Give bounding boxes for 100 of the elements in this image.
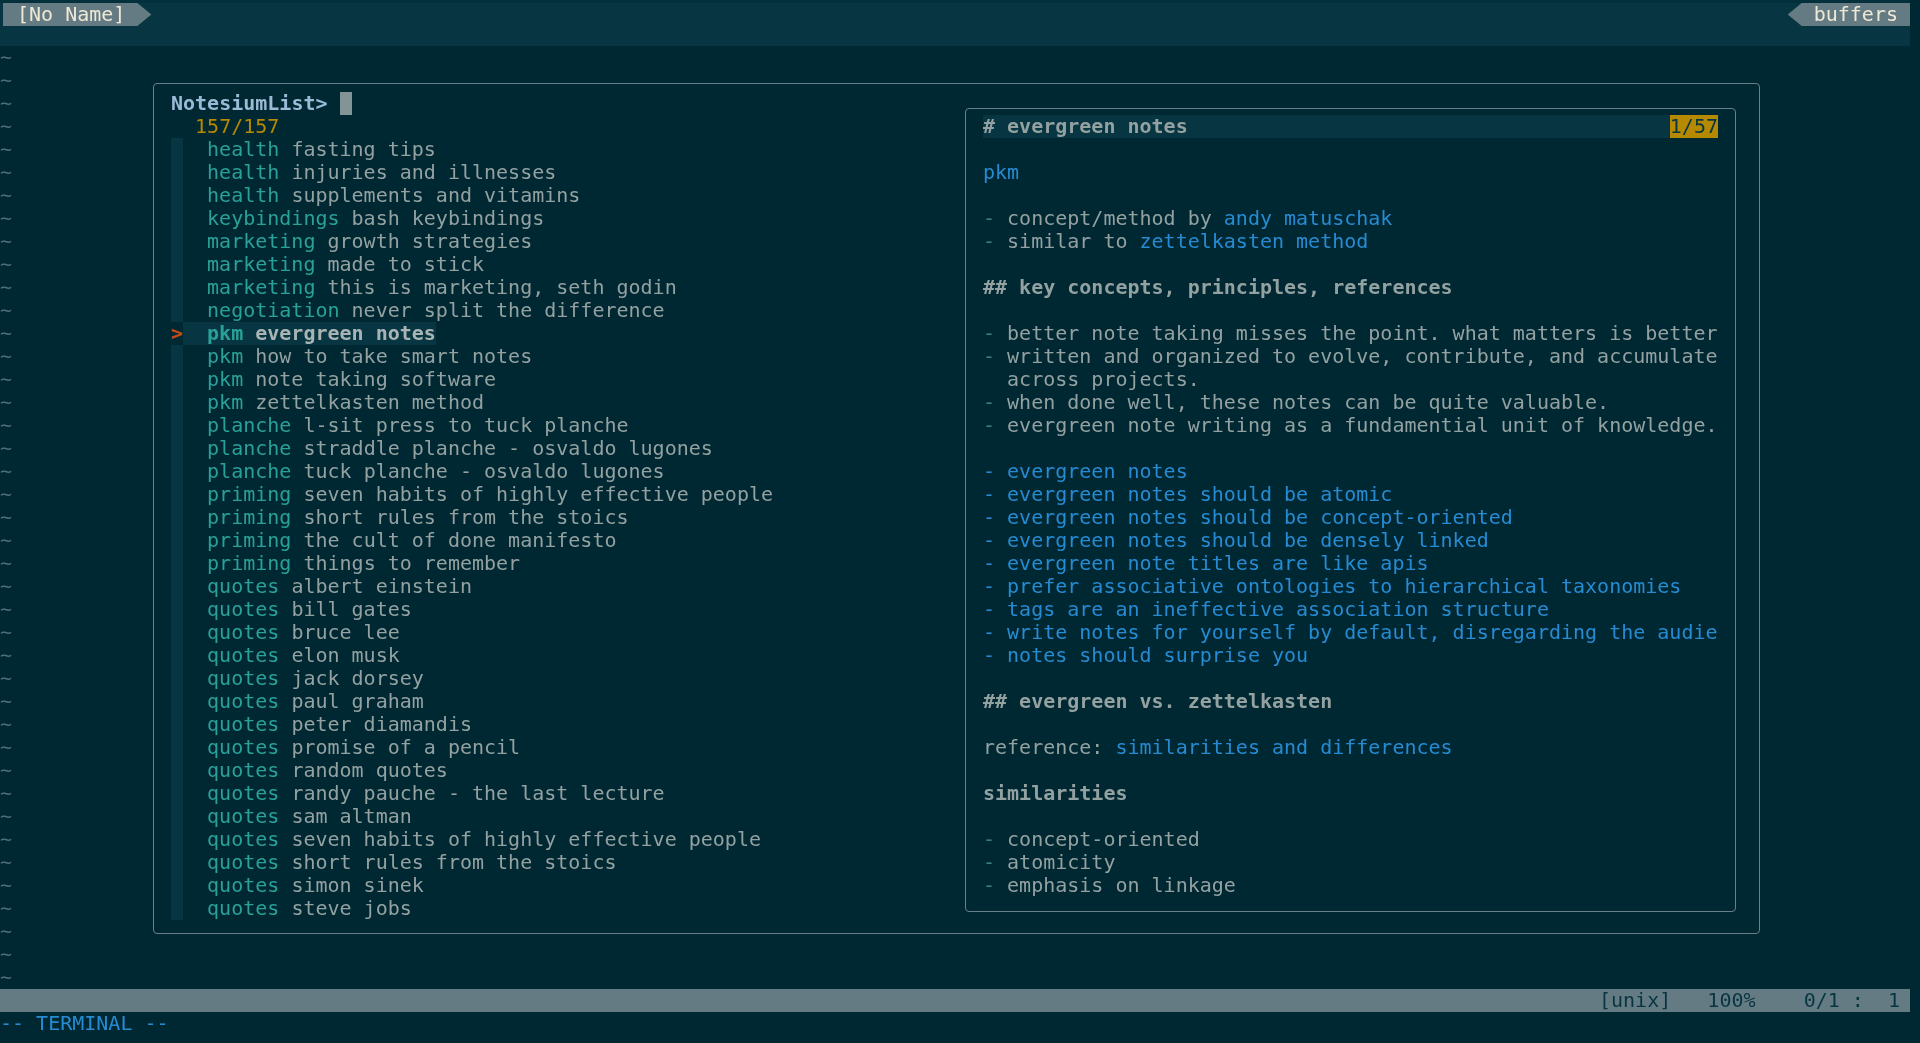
list-item[interactable]: quotes bill gates <box>183 598 412 621</box>
list-item[interactable]: priming short rules from the stoics <box>183 506 629 529</box>
empty-line-tilde: ~ <box>0 621 12 644</box>
list-item[interactable]: quotes short rules from the stoics <box>183 851 617 874</box>
note-link[interactable]: - prefer associative ontologies to hierarchical taxonomies <box>983 575 1682 598</box>
empty-line-tilde: ~ <box>0 391 12 414</box>
list-item[interactable]: priming things to remember <box>183 552 521 575</box>
empty-line-tilde: ~ <box>0 713 12 736</box>
list-item[interactable]: negotiation never split the difference <box>183 299 665 322</box>
list-item[interactable]: quotes simon sinek <box>183 874 424 897</box>
note-text: written and organized to evolve, contribute, and accumulate <box>1007 345 1718 368</box>
file-format: [unix] <box>1599 989 1672 1012</box>
empty-line-tilde: ~ <box>0 529 12 552</box>
note-text: concept/method by <box>1007 207 1212 230</box>
empty-line-tilde: ~ <box>0 851 12 874</box>
empty-line-tilde: ~ <box>0 460 12 483</box>
note-link[interactable]: - write notes for yourself by default, disregarding the audie <box>983 621 1718 644</box>
list-item[interactable]: health fasting tips <box>183 138 436 161</box>
list-item[interactable]: pkm evergreen notes <box>183 322 436 345</box>
note-link[interactable]: pkm <box>983 161 1020 184</box>
list-item[interactable]: pkm note taking software <box>183 368 497 391</box>
page-counter: 1/57 <box>1669 115 1718 138</box>
empty-line-tilde: ~ <box>0 276 12 299</box>
mode-indicator: -- TERMINAL -- <box>0 1012 169 1035</box>
empty-line-tilde: ~ <box>0 759 12 782</box>
empty-line-tilde: ~ <box>0 437 12 460</box>
empty-line-tilde: ~ <box>0 483 12 506</box>
note-link[interactable]: andy matuschak <box>1223 207 1393 230</box>
list-item[interactable]: quotes random quotes <box>183 759 448 782</box>
empty-line-tilde: ~ <box>0 414 12 437</box>
empty-line-tilde: ~ <box>0 46 12 69</box>
note-link[interactable]: - evergreen notes <box>983 460 1188 483</box>
list-item[interactable]: keybindings bash keybindings <box>183 207 545 230</box>
empty-line-tilde: ~ <box>0 184 12 207</box>
empty-line-tilde: ~ <box>0 161 12 184</box>
note-link[interactable]: - evergreen note titles are like apis <box>983 552 1429 575</box>
empty-line-tilde: ~ <box>0 506 12 529</box>
empty-line-tilde: ~ <box>0 667 12 690</box>
list-item[interactable]: quotes seven habits of highly effective people <box>183 828 761 851</box>
list-item[interactable]: quotes peter diamandis <box>183 713 472 736</box>
list-item[interactable]: planche tuck planche - osvaldo lugones <box>183 460 665 483</box>
list-item[interactable]: health injuries and illnesses <box>183 161 557 184</box>
list-item[interactable]: marketing made to stick <box>183 253 485 276</box>
prompt-label: NotesiumList> <box>171 92 328 115</box>
empty-line-tilde: ~ <box>0 644 12 667</box>
note-heading: similarities <box>983 782 1128 805</box>
list-item[interactable]: quotes albert einstein <box>183 575 472 598</box>
note-text: reference: <box>983 736 1104 759</box>
list-item[interactable]: pkm how to take smart notes <box>183 345 533 368</box>
search-field[interactable] <box>339 92 352 115</box>
note-link[interactable]: - notes should surprise you <box>983 644 1309 667</box>
list-item[interactable]: quotes jack dorsey <box>183 667 424 690</box>
list-item[interactable]: quotes bruce lee <box>183 621 400 644</box>
empty-line-tilde: ~ <box>0 299 12 322</box>
list-item[interactable]: quotes promise of a pencil <box>183 736 521 759</box>
note-link[interactable]: - tags are an ineffective association structure <box>983 598 1549 621</box>
empty-line-tilde: ~ <box>0 552 12 575</box>
cursor-position: 0/1 : 1 <box>1803 989 1900 1012</box>
empty-line-tilde: ~ <box>0 345 12 368</box>
bullet-marker: - <box>983 851 996 874</box>
empty-line-tilde: ~ <box>0 874 12 897</box>
note-link[interactable]: - evergreen notes should be densely linked <box>983 529 1489 552</box>
list-item[interactable]: planche straddle planche - osvaldo lugones <box>183 437 713 460</box>
empty-line-tilde: ~ <box>0 322 12 345</box>
note-link[interactable]: - evergreen notes should be concept-oriented <box>983 506 1513 529</box>
list-item[interactable]: quotes steve jobs <box>183 897 412 920</box>
empty-line-tilde: ~ <box>0 805 12 828</box>
selection-pointer: > <box>171 322 183 345</box>
empty-line-tilde: ~ <box>0 736 12 759</box>
list-item[interactable]: quotes randy pauche - the last lecture <box>183 782 665 805</box>
note-text: evergreen note writing as a fundamential unit of knowledge. <box>1007 414 1718 437</box>
list-item[interactable]: quotes elon musk <box>183 644 400 667</box>
list-item[interactable]: priming seven habits of highly effective people <box>183 483 774 506</box>
list-item[interactable]: marketing growth strategies <box>183 230 533 253</box>
list-item[interactable]: health supplements and vitamins <box>183 184 581 207</box>
list-item[interactable]: quotes sam altman <box>183 805 412 828</box>
empty-line-tilde: ~ <box>0 138 12 161</box>
note-link[interactable]: - evergreen notes should be atomic <box>983 483 1393 506</box>
empty-line-tilde: ~ <box>0 897 12 920</box>
bullet-marker: - <box>983 391 996 414</box>
list-item[interactable]: pkm zettelkasten method <box>183 391 485 414</box>
note-text: better note taking misses the point. what matters is better <box>1007 322 1718 345</box>
list-item[interactable]: planche l-sit press to tuck planche <box>183 414 629 437</box>
match-count: 157/157 <box>195 115 280 138</box>
list-item[interactable]: priming the cult of done manifesto <box>183 529 617 552</box>
empty-line-tilde: ~ <box>0 253 12 276</box>
empty-line-tilde: ~ <box>0 115 12 138</box>
empty-line-tilde: ~ <box>0 943 12 966</box>
bullet-marker: - <box>983 322 996 345</box>
buffer-tab[interactable]: [No Name] <box>3 3 152 26</box>
note-link[interactable]: zettelkasten method <box>1139 230 1369 253</box>
list-item[interactable]: marketing this is marketing, seth godin <box>183 276 677 299</box>
note-heading: ## key concepts, principles, references <box>983 276 1453 299</box>
bullet-marker: - <box>983 207 996 230</box>
list-item[interactable]: quotes paul graham <box>183 690 424 713</box>
empty-line-tilde: ~ <box>0 690 12 713</box>
bullet-marker: - <box>983 230 996 253</box>
note-link[interactable]: similarities and differences <box>1115 736 1453 759</box>
buffers-tab[interactable]: buffers <box>1787 3 1910 26</box>
bullet-marker: - <box>983 345 996 368</box>
